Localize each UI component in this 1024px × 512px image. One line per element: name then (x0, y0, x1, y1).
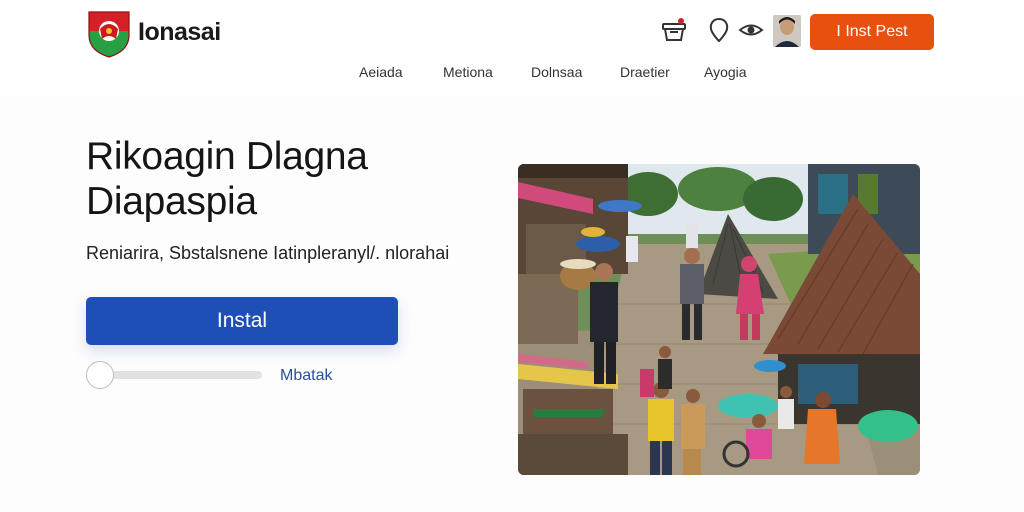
village-market-photo (518, 164, 920, 475)
install-button[interactable]: Instal (86, 297, 398, 345)
nav-item-5[interactable]: Ayogia (704, 64, 747, 80)
slider-track[interactable] (100, 371, 262, 379)
map-pin-icon[interactable] (705, 16, 733, 44)
user-avatar[interactable] (773, 15, 801, 47)
hero-title-line-2: Diapaspia (86, 180, 257, 223)
top-cta-button[interactable]: I Inst Pest (810, 14, 934, 50)
hero-title-line-1: Rikoagin Dlagna (86, 135, 368, 178)
nav-item-2[interactable]: Metiona (443, 64, 493, 80)
brand-name[interactable]: Ionasai (138, 18, 221, 47)
user-photo-icon (773, 15, 801, 47)
market-scene-image (518, 164, 920, 475)
nav-item-3[interactable]: Dolnsaa (531, 64, 582, 80)
nav-item-1[interactable]: Aeiada (359, 64, 403, 80)
hero-subtitle: Reniarira, Sbstalsnene Iatinpleranyl/. n… (86, 243, 450, 263)
slider-handle[interactable] (86, 361, 114, 389)
basket-icon[interactable] (660, 16, 688, 44)
site-header: Ionasai I Inst Pest Aeiada Metiona Dolns… (0, 0, 1024, 95)
shield-logo-icon[interactable] (86, 9, 132, 59)
hero-title: Rikoagin Dlagna Diapaspia (86, 134, 506, 224)
nav-item-4[interactable]: Draetier (620, 64, 670, 80)
slider-label-link[interactable]: Mbatak (280, 367, 332, 385)
eye-icon[interactable] (737, 16, 765, 44)
